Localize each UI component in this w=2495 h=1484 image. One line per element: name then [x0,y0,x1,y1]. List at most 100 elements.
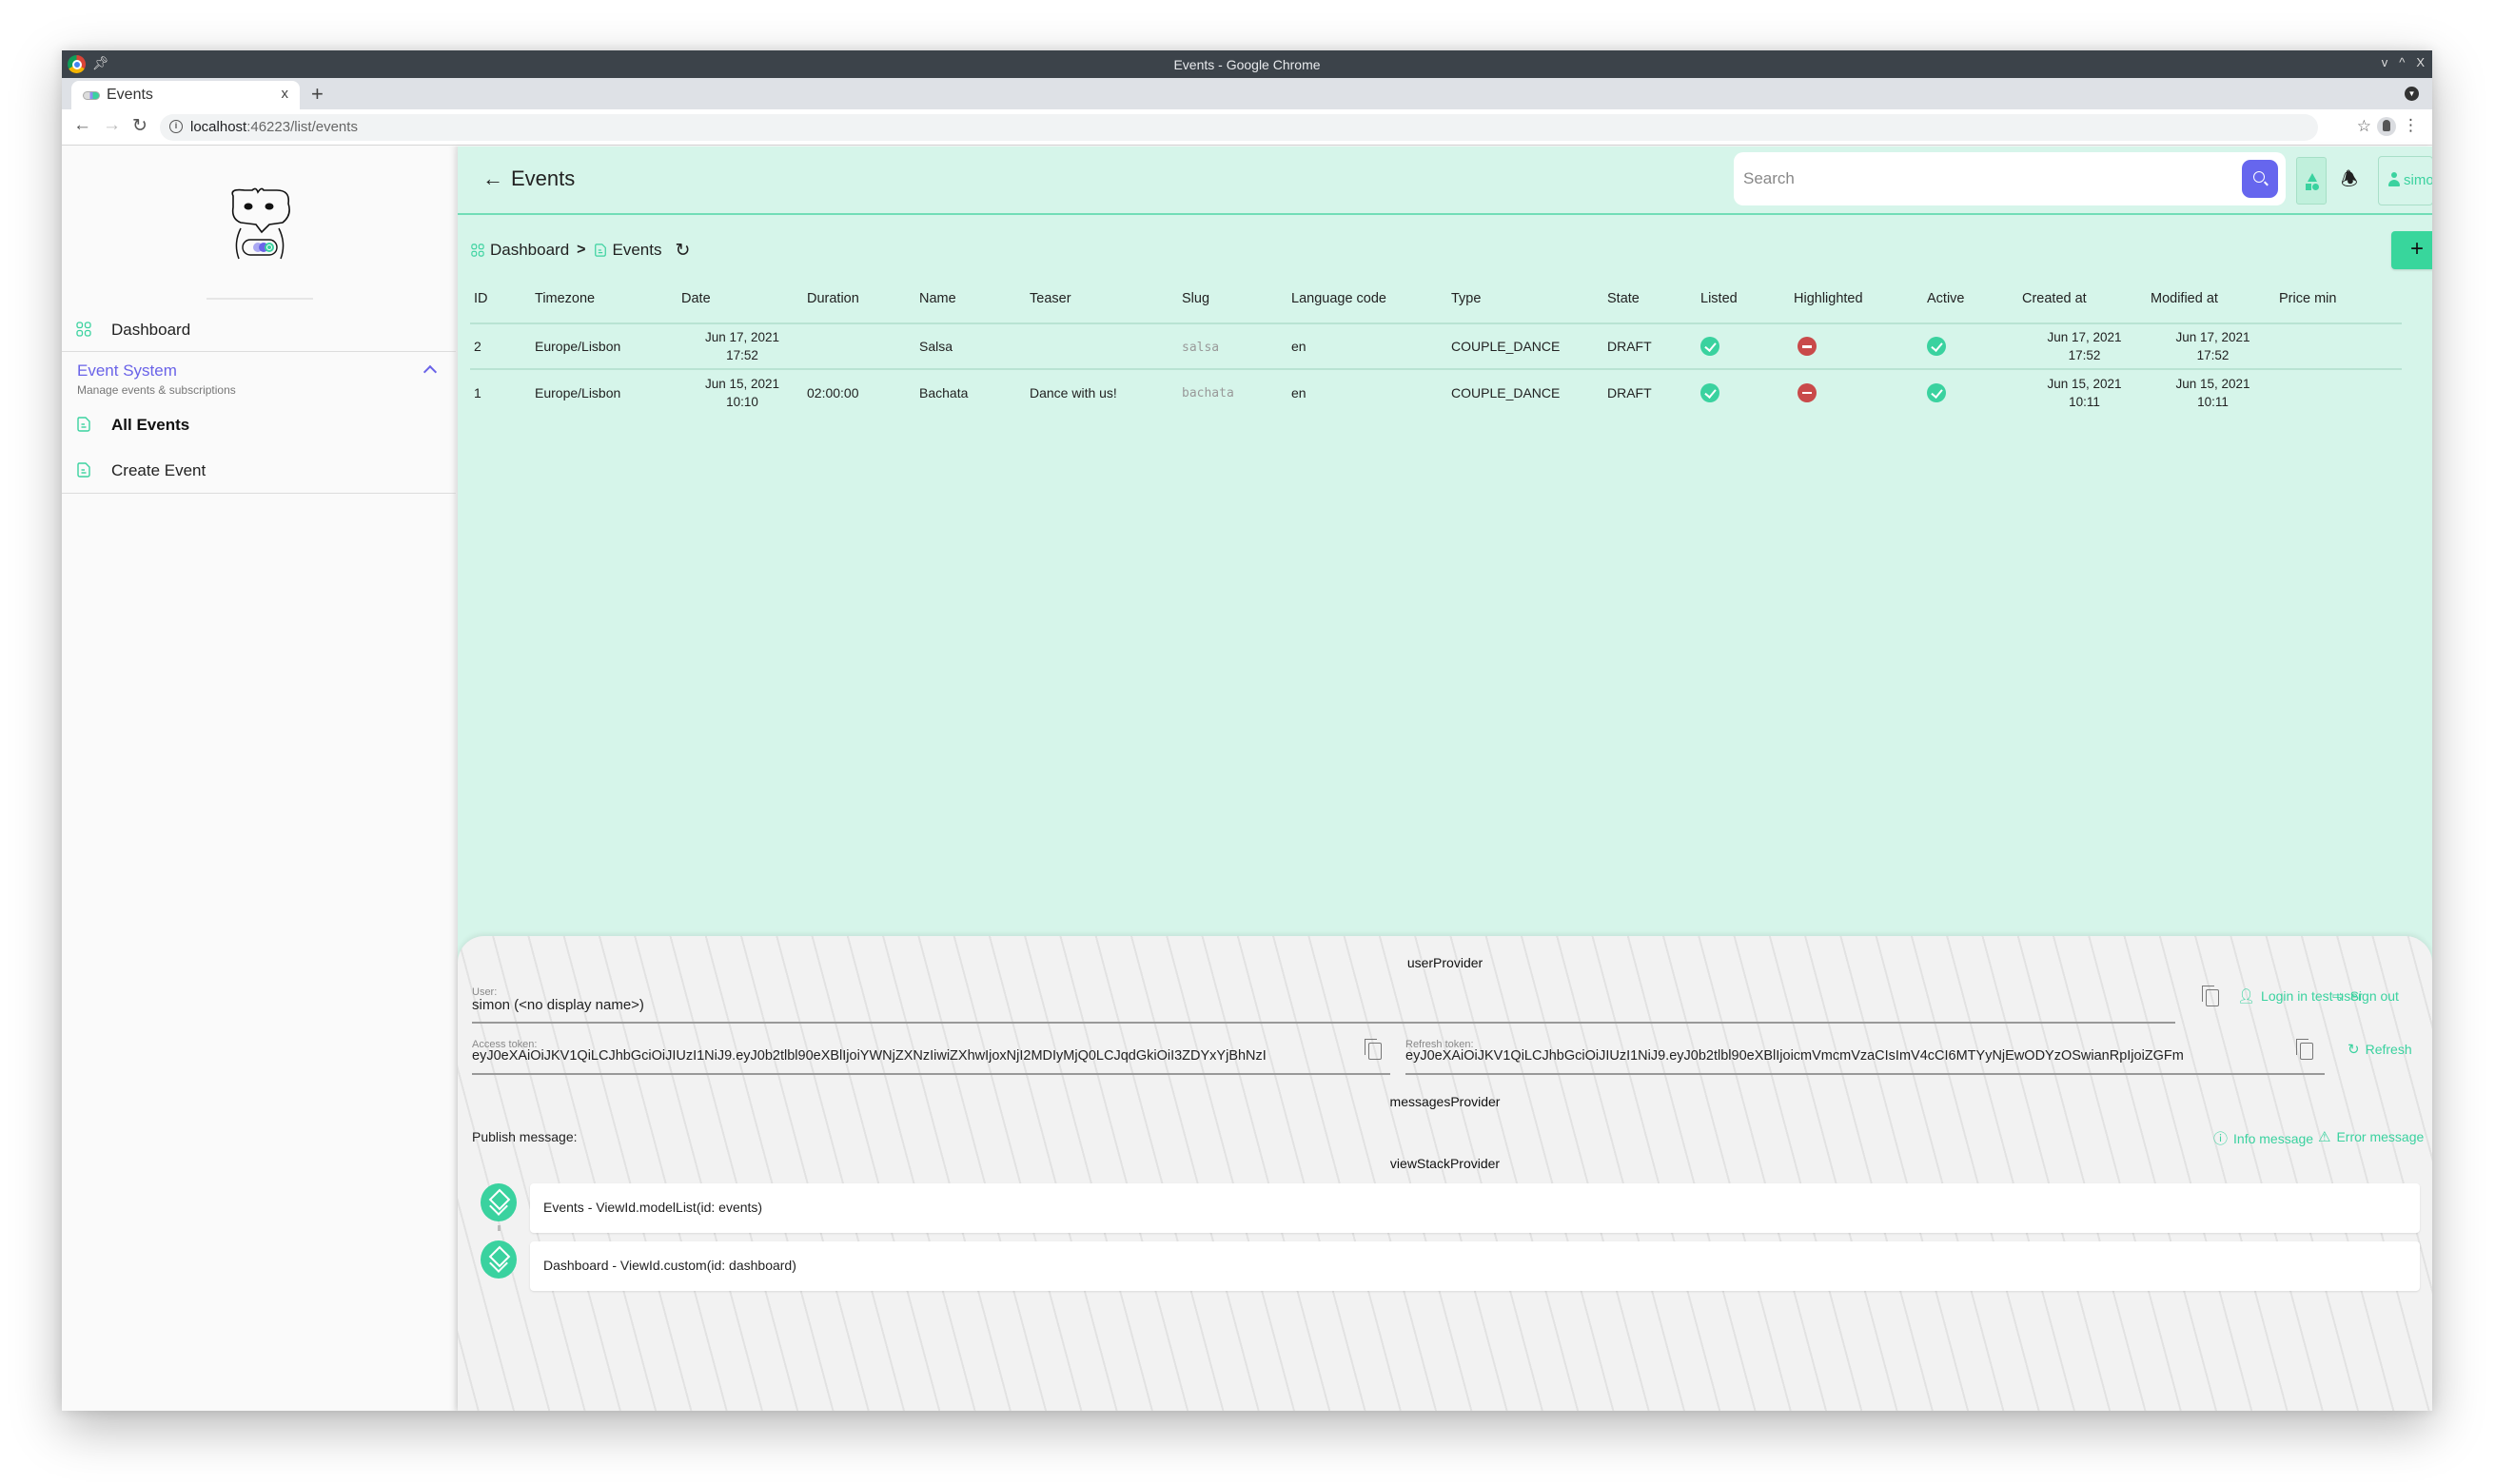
cell-teaser [1026,323,1178,370]
info-message-label: Info message [2233,1130,2314,1146]
cell-highlighted [1790,323,1923,370]
forward-arrow-icon[interactable]: → [103,115,121,136]
layers-icon [481,1183,517,1221]
tab-search-icon[interactable]: ▼ [2405,87,2419,101]
copy-icon[interactable] [2296,1039,2313,1060]
title-bar: 📌︎ Events - Google Chrome v ^ X [62,50,2432,78]
cell-price-min [2275,323,2402,370]
close-window-icon[interactable]: X [2416,55,2425,69]
url-text: localhost:46223/list/events [190,119,358,135]
cell-modified-at: Jun 15, 2021 10:11 [2147,369,2275,415]
bookmark-star-icon[interactable]: ☆ [2357,117,2371,136]
user-menu-button[interactable]: simon [2378,156,2432,205]
column-header-created-at[interactable]: Created at [2018,274,2147,324]
sidebar-item-all-events[interactable]: All Events [62,403,456,447]
column-header-id[interactable]: ID [470,274,531,324]
cell-language-code: en [1287,323,1447,370]
events-table: ID Timezone Date Duration Name Teaser Sl… [470,274,2402,415]
refresh-token-button[interactable]: ↻ Refresh [2348,1041,2412,1058]
sidebar-group-event-system[interactable]: Event System Manage events & subscriptio… [62,352,456,403]
url-bar[interactable]: i localhost:46223/list/events [160,114,2318,141]
table-row[interactable]: 1 Europe/Lisbon Jun 15, 2021 10:10 02:00:… [470,369,2402,415]
access-token-underline [472,1073,1390,1075]
cell-name: Salsa [915,323,1026,370]
browser-tab-events[interactable]: Events x [71,81,300,109]
notification-bell-icon[interactable]: 🕭︎ [2337,166,2362,198]
column-header-language-code[interactable]: Language code [1287,274,1447,324]
cell-id: 2 [470,323,531,370]
search-input[interactable] [1743,162,2219,196]
column-header-timezone[interactable]: Timezone [531,274,678,324]
error-message-button[interactable]: ⚠︎ Error message [2318,1128,2424,1145]
back-arrow-icon[interactable]: ← [73,115,91,136]
browser-menu-icon[interactable]: ⋮ [2403,116,2419,135]
breadcrumb-events[interactable]: Events [613,241,662,260]
column-header-price-min[interactable]: Price min [2275,274,2402,324]
refresh-token-value: eyJ0eXAiOiJKV1QiLCJhbGciOiJIUzI1NiJ9.eyJ… [1405,1048,2184,1064]
check-circle-icon [1927,337,1946,356]
messages-provider-title: messagesProvider [1389,1094,1501,1109]
reload-icon[interactable]: ↻ [132,115,147,137]
date-value: Jun 15, 2021 [2047,376,2122,391]
table-row[interactable]: 2 Europe/Lisbon Jun 17, 2021 17:52 Salsa … [470,323,2402,370]
column-header-teaser[interactable]: Teaser [1026,274,1178,324]
column-header-modified-at[interactable]: Modified at [2147,274,2275,324]
cell-teaser: Dance with us! [1030,384,1117,400]
minus-circle-icon [1798,337,1817,356]
view-stack-item-label: Dashboard - ViewId.custom(id: dashboard) [543,1258,796,1273]
copy-icon[interactable] [1365,1039,1382,1060]
table-header-row: ID Timezone Date Duration Name Teaser Sl… [470,274,2402,324]
user-name: simon [2404,172,2432,188]
column-header-highlighted[interactable]: Highlighted [1790,274,1923,324]
column-header-state[interactable]: State [1603,274,1697,324]
warning-triangle-icon: ⚠︎ [2318,1129,2331,1145]
back-arrow-icon[interactable]: ← [482,166,503,191]
date-value: Jun 17, 2021 [2047,330,2122,344]
column-header-duration[interactable]: Duration [803,274,915,324]
refresh-icon[interactable]: ↻ [676,240,691,262]
site-info-icon[interactable]: i [169,120,183,133]
info-message-button[interactable]: ⓘ Info message [2213,1128,2313,1148]
maximize-icon[interactable]: ^ [2399,55,2405,69]
sidebar-item-dashboard[interactable]: Dashboard [62,308,456,352]
check-circle-icon [1700,382,1719,402]
copy-icon[interactable] [2202,986,2219,1006]
sign-out-button[interactable]: ⇨ Sign out [2332,987,2399,1005]
add-button[interactable]: + Add [2391,231,2432,269]
column-header-slug[interactable]: Slug [1178,274,1287,324]
sign-out-icon: ⇨ [2332,988,2345,1005]
column-header-name[interactable]: Name [915,274,1026,324]
view-stack-provider-title: viewStackProvider [1389,1156,1501,1171]
window-title: Events - Google Chrome [1173,57,1321,72]
cell-type: COUPLE_DANCE [1447,323,1603,370]
search-button[interactable] [2242,160,2278,198]
favicon-icon [83,91,100,100]
new-tab-button[interactable]: + [311,82,324,107]
column-header-listed[interactable]: Listed [1697,274,1790,324]
slug-value: salsa [1182,340,1220,355]
chevron-up-icon[interactable] [422,364,438,380]
check-circle-icon [1927,382,1946,402]
address-bar: ← → ↻ i localhost:46223/list/events ☆ ⋮ [62,109,2432,146]
browser-window: 📌︎ Events - Google Chrome v ^ X Events x… [62,50,2432,1411]
sidebar-divider [62,493,456,494]
info-circle-icon: ⓘ [2213,1131,2229,1147]
sidebar-item-create-event[interactable]: Create Event [62,449,456,493]
column-header-date[interactable]: Date [678,274,803,324]
time-value: 17:52 [726,348,758,362]
tab-close-icon[interactable]: x [282,86,289,102]
view-stack-item[interactable]: Dashboard - ViewId.custom(id: dashboard) [530,1241,2420,1291]
shapes-button[interactable] [2296,157,2327,205]
column-header-active[interactable]: Active [1923,274,2018,324]
grid-icon [471,244,484,257]
search-box [1734,152,2286,205]
profile-icon[interactable] [2377,117,2396,136]
breadcrumb-dashboard[interactable]: Dashboard [490,241,569,260]
app-content: Dashboard Event System Manage events & s… [62,146,2432,1411]
app-logo [231,187,290,260]
view-stack-item[interactable]: Events - ViewId.modelList(id: events) [530,1183,2420,1233]
slug-value: bachata [1182,386,1234,400]
column-header-type[interactable]: Type [1447,274,1603,324]
minimize-icon[interactable]: v [2382,55,2388,69]
tab-bar: Events x + ▼ [62,78,2432,109]
